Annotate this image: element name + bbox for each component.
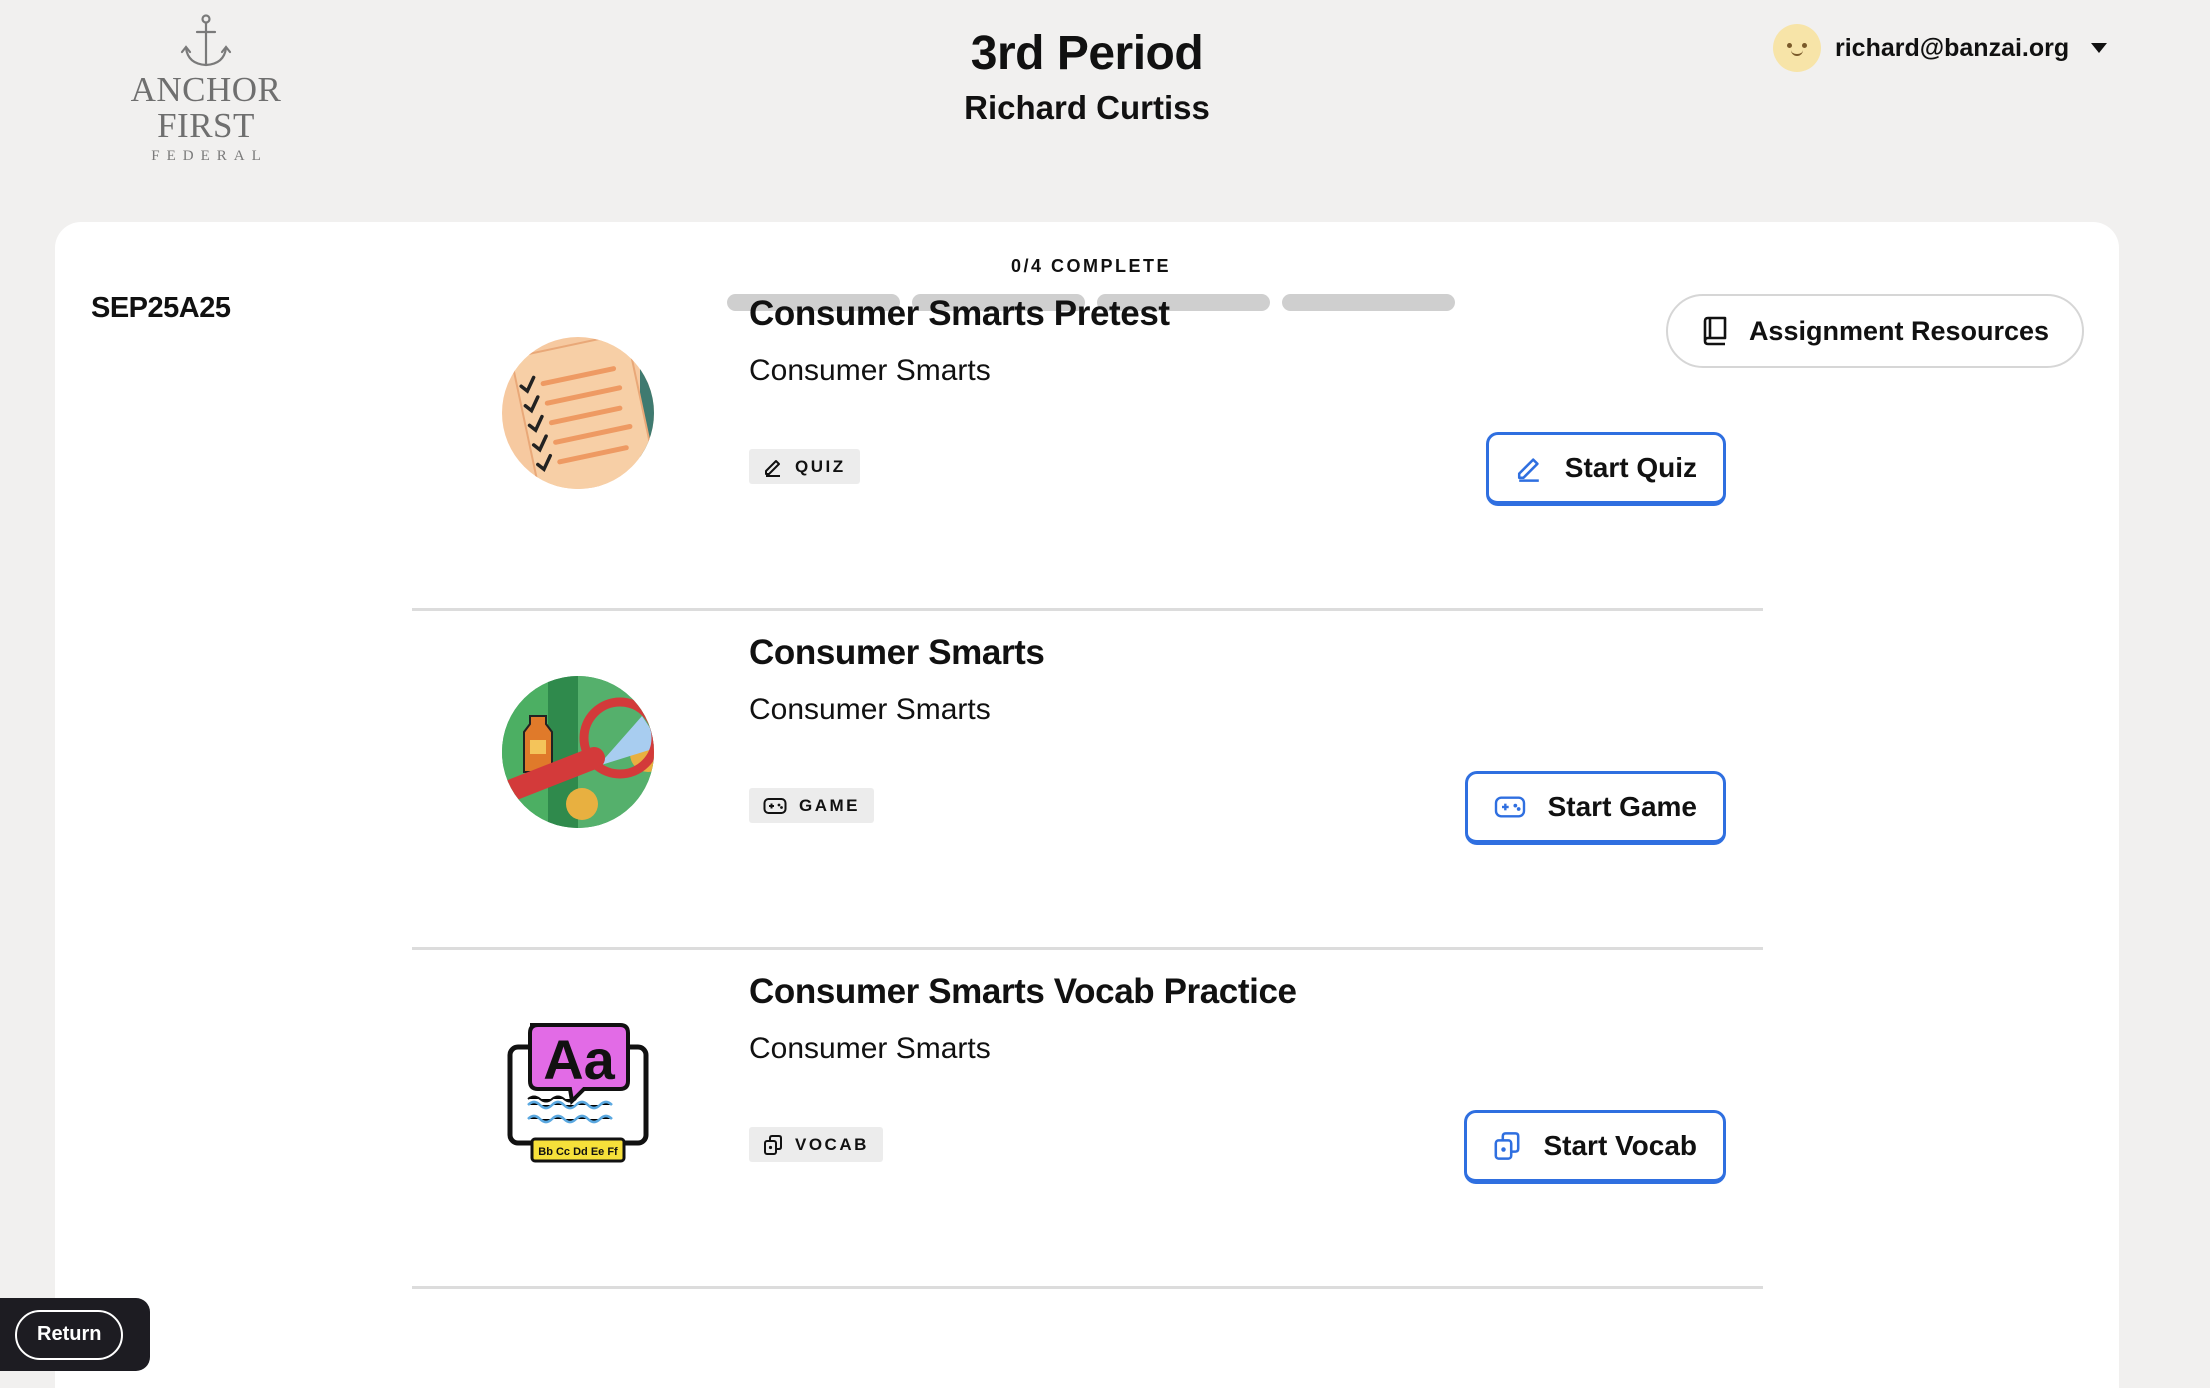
teacher-name: Richard Curtiss [964, 89, 1210, 126]
start-quiz-label: Start Quiz [1564, 452, 1697, 483]
vocab-thumbnail-sub: Bb Cc Dd Ee Ff [538, 1146, 618, 1158]
activity-type-badge: GAME [749, 788, 874, 823]
game-thumbnail [502, 676, 654, 828]
activity-title: Consumer Smarts [749, 633, 1045, 672]
assignment-card: SEP25A25 0/4 COMPLETE Assignment Resourc… [55, 222, 2119, 1388]
activity-type-badge: QUIZ [749, 449, 860, 484]
pencil-icon [1515, 454, 1543, 482]
user-email: richard@banzai.org [1835, 33, 2070, 62]
gamepad-icon [763, 797, 787, 815]
activity-subtitle: Consumer Smarts [749, 354, 991, 387]
activity-subtitle: Consumer Smarts [749, 693, 991, 726]
avatar [1773, 24, 1821, 72]
start-game-button[interactable]: Start Game [1464, 771, 1726, 845]
vocab-thumbnail-main: Aa [543, 1028, 615, 1091]
activity-row: Consumer Smarts Consumer Smarts GAME Sta… [412, 611, 1763, 950]
return-button[interactable]: Return [15, 1309, 124, 1360]
start-quiz-button[interactable]: Start Quiz [1485, 432, 1726, 506]
assignment-resources-label: Assignment Resources [1748, 315, 2050, 346]
quiz-thumbnail [502, 337, 654, 489]
cards-icon [1493, 1132, 1521, 1160]
gamepad-icon [1494, 795, 1526, 819]
activity-title: Consumer Smarts Pretest [749, 294, 1170, 333]
activity-row: Consumer Smarts Pretest Consumer Smarts … [412, 272, 1763, 611]
start-vocab-button[interactable]: Start Vocab [1464, 1110, 1726, 1184]
chevron-down-icon [2091, 43, 2108, 53]
return-bar: Return [0, 1298, 150, 1371]
activity-row: Aa Bb Cc Dd Ee Ff Consumer Smarts Vocab … [412, 950, 1763, 1289]
activity-type-badge: VOCAB [749, 1127, 883, 1162]
pencil-icon [763, 457, 783, 477]
activity-type-label: GAME [799, 795, 860, 815]
activity-type-label: QUIZ [795, 456, 846, 476]
vocab-thumbnail: Aa Bb Cc Dd Ee Ff [507, 1023, 649, 1163]
brand-subname: FEDERAL [151, 148, 268, 164]
activity-title: Consumer Smarts Vocab Practice [749, 972, 1297, 1011]
activity-subtitle: Consumer Smarts [749, 1032, 991, 1065]
cards-icon [763, 1134, 783, 1155]
start-game-label: Start Game [1547, 791, 1697, 822]
user-menu[interactable]: richard@banzai.org [1773, 24, 2108, 72]
start-vocab-label: Start Vocab [1543, 1130, 1697, 1161]
assignment-code: SEP25A25 [91, 292, 231, 324]
activity-type-label: VOCAB [795, 1134, 869, 1154]
